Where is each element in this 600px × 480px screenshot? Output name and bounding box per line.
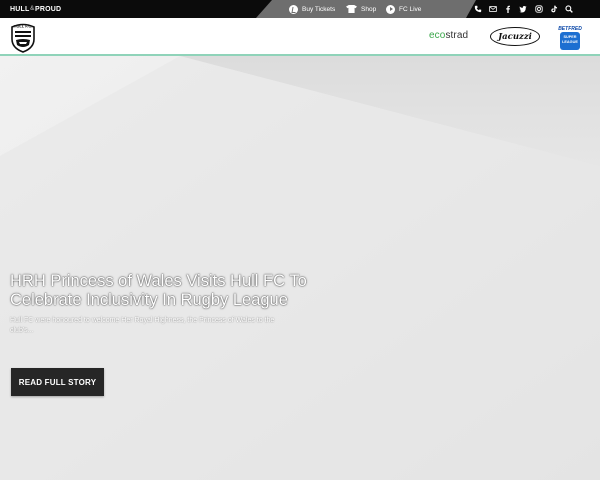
twitter-icon[interactable] — [517, 0, 529, 18]
super-league-badge: SUPER LEAGUE — [560, 32, 580, 50]
jacuzzi-sponsor-logo[interactable]: Jacuzzi — [490, 27, 540, 46]
hull-and-proud-logo[interactable]: HULL & PROUD — [10, 4, 61, 14]
super-league-line2: LEAGUE — [562, 40, 578, 44]
brand-amp: & — [29, 6, 35, 12]
instagram-icon[interactable] — [533, 0, 545, 18]
ecostrad-eco: eco — [429, 30, 446, 41]
hero-excerpt: Hull FC were honoured to welcome Her Roy… — [10, 317, 275, 334]
betfred-super-league-logo[interactable]: BETFRED SUPER LEAGUE — [556, 26, 584, 52]
top-bar: HULL & PROUD Buy Tickets Shop FC Live — [0, 0, 600, 18]
search-icon[interactable] — [563, 0, 575, 18]
hero-content: HRH Princess of Wales Visits Hull FC To … — [10, 272, 310, 335]
shirt-icon — [346, 5, 357, 13]
hero-background — [0, 56, 600, 480]
site-header: HULL F.C. ecostrad Jacuzzi BETFRED SUPER… — [0, 18, 600, 56]
facebook-icon[interactable] — [502, 0, 514, 18]
hero-banner[interactable]: HRH Princess of Wales Visits Hull FC To … — [0, 56, 600, 480]
buy-tickets-label: Buy Tickets — [302, 5, 336, 13]
email-icon[interactable] — [487, 0, 499, 18]
brand-left: HULL — [10, 5, 30, 13]
read-full-story-button[interactable]: Read Full Story — [11, 368, 104, 396]
jacuzzi-text: Jacuzzi — [498, 31, 532, 42]
ecostrad-rest: strad — [445, 30, 469, 41]
shop-link[interactable]: Shop — [346, 0, 376, 18]
shop-label: Shop — [361, 5, 377, 13]
ticket-icon — [289, 4, 298, 14]
ecostrad-sponsor-logo[interactable]: ecostrad — [429, 30, 468, 41]
brand-right: PROUD — [35, 5, 62, 13]
hero-headline[interactable]: HRH Princess of Wales Visits Hull FC To … — [10, 272, 310, 310]
tiktok-icon[interactable] — [548, 0, 560, 18]
crest-text: HULL F.C. — [14, 24, 33, 29]
fc-live-label: FC Live — [399, 5, 422, 13]
fc-live-link[interactable]: FC Live — [386, 0, 421, 18]
hull-fc-crest-logo[interactable]: HULL F.C. — [9, 21, 37, 53]
buy-tickets-link[interactable]: Buy Tickets — [289, 0, 335, 18]
play-icon — [386, 4, 395, 14]
phone-icon[interactable] — [472, 0, 484, 18]
